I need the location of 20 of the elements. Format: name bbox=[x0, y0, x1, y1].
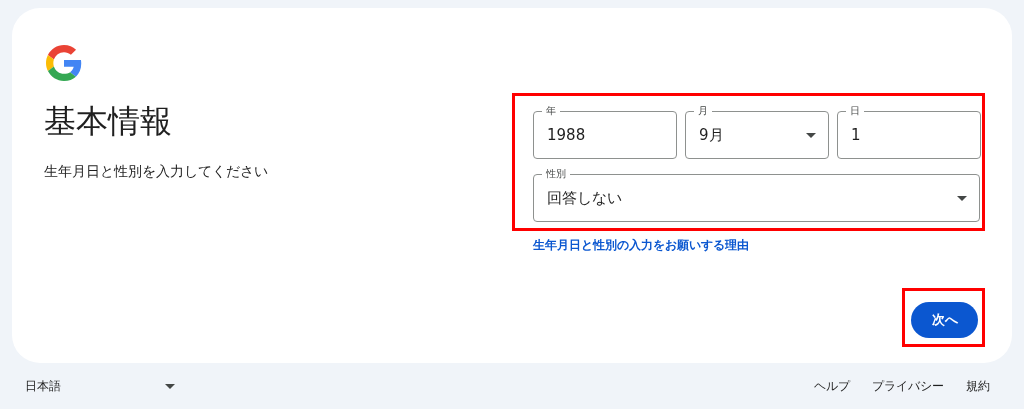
next-button[interactable]: 次へ bbox=[911, 302, 978, 338]
field-label: 日 bbox=[846, 104, 864, 118]
footer-link[interactable]: プライバシー bbox=[872, 377, 944, 395]
dropdown-caret-icon bbox=[165, 383, 175, 389]
field-label: 年 bbox=[542, 104, 560, 118]
dropdown-caret-icon bbox=[806, 132, 816, 138]
field-label: 月 bbox=[694, 104, 712, 118]
footer-link[interactable]: 規約 bbox=[966, 377, 990, 395]
input-field[interactable]: 日 1 bbox=[837, 104, 981, 159]
subtitle: 生年月日と性別を入力してください bbox=[44, 163, 269, 181]
input-field[interactable]: 年 1988 bbox=[533, 104, 677, 159]
select-field[interactable]: 性別 回答しない bbox=[533, 167, 980, 222]
dropdown-caret-icon bbox=[957, 195, 967, 201]
language-select[interactable]: 日本語 bbox=[25, 377, 175, 395]
logo-icon bbox=[46, 45, 82, 81]
reason-link[interactable]: 生年月日と性別の入力をお願いする理由 bbox=[533, 237, 749, 254]
page-title: 基本情報 bbox=[44, 101, 173, 141]
select-field[interactable]: 月 9月 bbox=[685, 104, 829, 159]
footer-link[interactable]: ヘルプ bbox=[814, 377, 850, 395]
field-label: 性別 bbox=[542, 167, 570, 181]
